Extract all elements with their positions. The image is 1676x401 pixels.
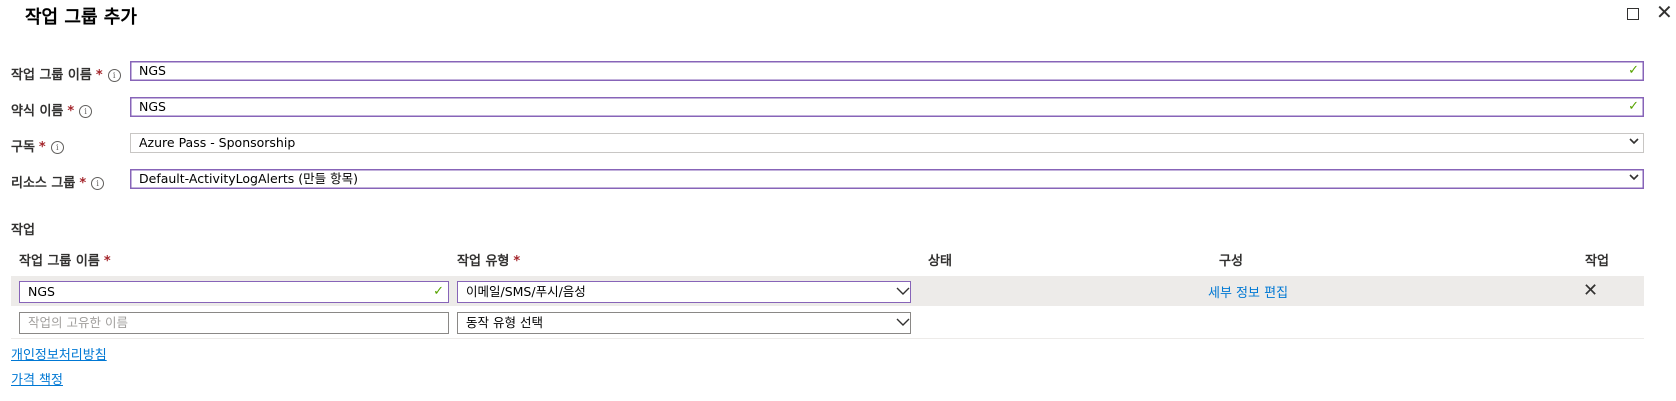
checkmark-icon: ✓: [433, 284, 444, 299]
chevron-down-icon: [896, 317, 910, 326]
new-action-type-dropdown[interactable]: 동작 유형 선택: [457, 312, 911, 334]
resource-group-dropdown[interactable]: Default-ActivityLogAlerts (만들 항목): [130, 169, 1644, 189]
header-action: 작업: [1585, 254, 1609, 269]
checkmark-icon: ✓: [1628, 99, 1639, 114]
close-icon: ✕: [1583, 280, 1599, 301]
header-status: 상태: [928, 254, 952, 269]
checkmark-icon: ✓: [1628, 63, 1639, 78]
info-icon[interactable]: i: [91, 177, 105, 190]
action-group-name-input[interactable]: NGS ✓: [130, 61, 1644, 81]
resource-group-label: 리소스 그룹 * i: [11, 172, 105, 191]
action-name-input[interactable]: NGS ✓: [19, 281, 449, 303]
edit-details-link[interactable]: 세부 정보 편집: [1208, 282, 1288, 301]
header-action-type: 작업 유형 *: [457, 254, 521, 269]
subscription-label: 구독 * i: [11, 136, 64, 155]
close-button[interactable]: ✕: [1656, 2, 1673, 22]
info-icon[interactable]: i: [50, 141, 64, 154]
blade-title: 작업 그룹 추가: [25, 7, 137, 28]
short-name-input[interactable]: NGS ✓: [130, 97, 1644, 117]
action-type-dropdown[interactable]: 이메일/SMS/푸시/음성: [457, 281, 911, 303]
close-icon: ✕: [1656, 0, 1673, 24]
chevron-down-icon: [1629, 172, 1639, 181]
actions-section-title: 작업: [11, 223, 35, 238]
header-action-name: 작업 그룹 이름 *: [19, 254, 111, 269]
pricing-link[interactable]: 가격 책정: [11, 369, 63, 388]
privacy-policy-link[interactable]: 개인정보처리방침: [11, 344, 107, 363]
maximize-button[interactable]: [1627, 8, 1639, 20]
chevron-down-icon: [896, 286, 910, 295]
delete-action-button[interactable]: ✕: [1583, 280, 1598, 301]
row-divider: [11, 338, 1644, 339]
new-action-name-input[interactable]: 작업의 고유한 이름: [19, 312, 449, 334]
action-group-name-label: 작업 그룹 이름 * i: [11, 64, 121, 83]
short-name-label: 약식 이름 * i: [11, 100, 93, 119]
chevron-down-icon: [1629, 136, 1639, 145]
info-icon[interactable]: i: [107, 69, 121, 82]
subscription-dropdown[interactable]: Azure Pass - Sponsorship: [130, 133, 1644, 153]
header-config: 구성: [1219, 254, 1243, 269]
info-icon[interactable]: i: [79, 105, 93, 118]
